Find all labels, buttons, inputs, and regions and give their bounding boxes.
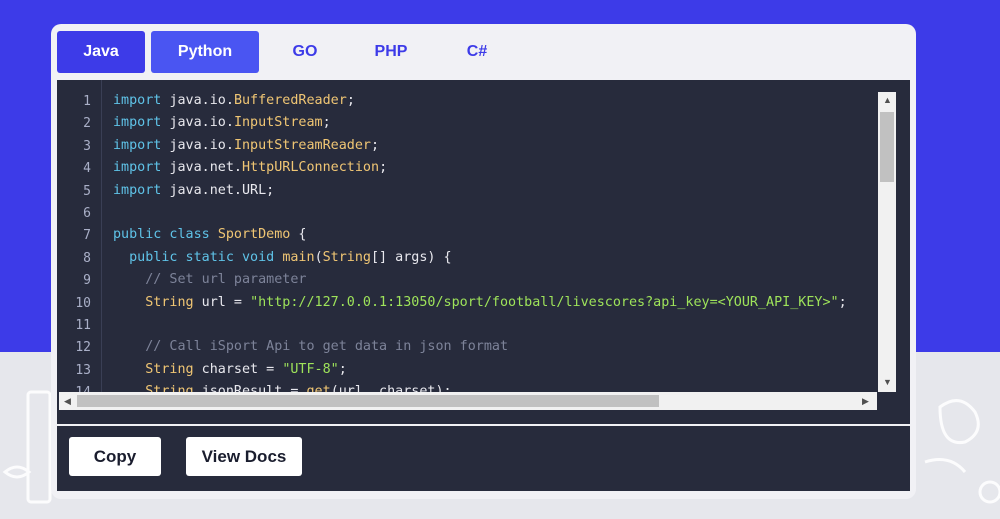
line-number: 10 xyxy=(75,295,91,311)
line-number: 7 xyxy=(83,228,91,244)
line-number: 11 xyxy=(75,318,91,333)
code-token: import xyxy=(113,115,170,131)
horizontal-scrollbar[interactable]: ◀ ▶ xyxy=(59,392,877,410)
code-token: String xyxy=(113,294,194,310)
line-number: 8 xyxy=(83,250,91,266)
line-number: 5 xyxy=(83,183,91,199)
code-token: import xyxy=(113,182,170,198)
code-token: import xyxy=(113,93,170,108)
code-line: // Call iSport Api to get data in json f… xyxy=(113,336,508,358)
vertical-scrollbar[interactable]: ▲ ▼ xyxy=(878,92,896,392)
scroll-right-icon[interactable]: ▶ xyxy=(862,396,869,406)
code-token: // Set url parameter xyxy=(113,272,307,288)
code-token: InputStreamReader xyxy=(233,137,371,153)
tab-csharp[interactable]: C# xyxy=(437,31,517,73)
tab-java[interactable]: Java xyxy=(57,31,145,73)
copy-button[interactable]: Copy xyxy=(69,437,161,476)
code-token: { xyxy=(290,227,307,243)
tab-php[interactable]: PHP xyxy=(351,31,431,73)
code-token: "UTF-8" xyxy=(282,361,339,377)
code-line: // Set url parameter xyxy=(113,269,306,291)
code-token: java.net. xyxy=(169,160,242,176)
code-line: String url = "http://127.0.0.1:13050/spo… xyxy=(113,292,847,314)
code-line: import java.io.BufferedReader; xyxy=(113,90,355,112)
code-token: import xyxy=(113,137,170,153)
code-token: public class xyxy=(113,227,218,243)
scroll-down-icon[interactable]: ▼ xyxy=(883,377,892,387)
horizontal-scroll-thumb[interactable] xyxy=(77,395,659,407)
code-token: import xyxy=(113,160,170,176)
code-line: import java.net.URL; xyxy=(113,180,274,202)
code-line: public class SportDemo { xyxy=(113,224,307,246)
line-number: 13 xyxy=(75,362,91,378)
code-line: import java.io.InputStreamReader; xyxy=(113,135,379,157)
code-token: java.io. xyxy=(169,93,234,108)
tab-go[interactable]: GO xyxy=(265,31,345,73)
code-token: java.net.URL; xyxy=(169,182,275,198)
code-editor[interactable]: 1234567891011121314 import java.io.Buffe… xyxy=(57,80,910,424)
view-docs-button[interactable]: View Docs xyxy=(186,437,302,476)
language-tabs: Java Python GO PHP C# xyxy=(57,31,517,73)
code-line: import java.io.InputStream; xyxy=(113,112,331,134)
line-number: 1 xyxy=(83,94,91,109)
line-number: 3 xyxy=(83,138,91,154)
code-token: "http://127.0.0.1:13050/sport/football/l… xyxy=(250,294,839,310)
code-token: url = xyxy=(193,294,251,310)
code-token: // Call iSport Api to get data in json f… xyxy=(113,339,509,355)
line-number: 12 xyxy=(75,340,91,356)
code-token: ; xyxy=(338,361,347,377)
vertical-scroll-thumb[interactable] xyxy=(880,112,894,182)
scroll-left-icon[interactable]: ◀ xyxy=(64,396,71,406)
line-number: 6 xyxy=(83,206,91,221)
line-number: 2 xyxy=(83,116,91,132)
code-token: ; xyxy=(346,93,355,108)
scroll-up-icon[interactable]: ▲ xyxy=(883,95,892,105)
code-token: java.io. xyxy=(169,115,234,131)
code-token: HttpURLConnection xyxy=(242,160,380,176)
code-token: java.io. xyxy=(169,137,234,153)
code-token: String xyxy=(113,361,194,377)
code-token: public static void xyxy=(113,249,283,265)
code-token: [] args) { xyxy=(371,249,452,265)
code-sample-card: Java Python GO PHP C# 123456789101112131… xyxy=(51,24,916,499)
code-line: public static void main(String[] args) { xyxy=(113,247,452,269)
code-token: ; xyxy=(379,160,388,176)
code-token: String xyxy=(322,249,371,265)
code-token: ; xyxy=(371,137,380,153)
code-token: BufferedReader xyxy=(233,93,347,108)
line-gutter: 1234567891011121314 xyxy=(57,80,102,402)
line-number: 4 xyxy=(83,161,91,177)
code-token: SportDemo xyxy=(217,227,291,243)
line-number: 9 xyxy=(83,273,91,289)
code-token: main xyxy=(282,249,315,265)
tab-python[interactable]: Python xyxy=(151,31,259,73)
code-token: InputStream xyxy=(233,115,323,131)
code-line: import java.net.HttpURLConnection; xyxy=(113,157,387,179)
code-token: ; xyxy=(322,115,331,131)
code-token: charset = xyxy=(193,361,283,377)
action-toolbar: Copy View Docs xyxy=(57,426,910,491)
code-line: String charset = "UTF-8"; xyxy=(113,359,347,381)
code-token: ( xyxy=(314,249,323,265)
code-token: ; xyxy=(838,294,847,310)
